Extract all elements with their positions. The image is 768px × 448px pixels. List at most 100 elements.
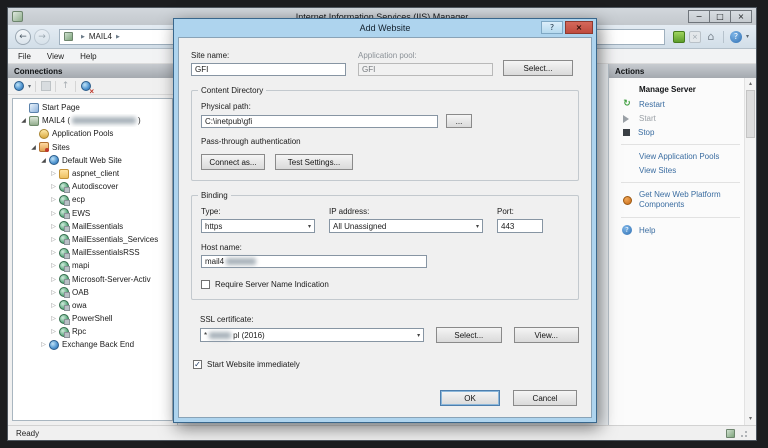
remove-connection-icon[interactable] — [80, 81, 91, 92]
tree-item-sites[interactable]: ◢ Sites — [13, 141, 172, 154]
back-button[interactable]: ← — [15, 29, 31, 45]
expander-icon[interactable]: ▷ — [49, 328, 58, 335]
webdeploy-icon[interactable] — [673, 31, 685, 43]
action-view-sites[interactable]: View Sites — [639, 166, 740, 175]
help-icon: ? — [622, 225, 632, 235]
expander-icon[interactable]: ◢ — [39, 157, 48, 164]
expander-icon[interactable]: ▷ — [39, 341, 48, 348]
require-sni-row[interactable]: Require Server Name Indication — [201, 280, 569, 289]
type-label: Type: — [201, 207, 315, 216]
tree-item-autodiscover[interactable]: ▷ Autodiscover — [13, 180, 172, 193]
expander-icon[interactable]: ▷ — [49, 183, 58, 190]
actions-group-title: Manage Server — [639, 85, 740, 94]
menu-view[interactable]: View — [47, 52, 64, 61]
scroll-up-icon[interactable]: ▴ — [745, 78, 756, 90]
actions-divider — [621, 217, 740, 218]
tree-item-ecp[interactable]: ▷ ecp — [13, 193, 172, 206]
forward-button[interactable]: → — [34, 29, 50, 45]
action-stop[interactable]: Stop — [621, 128, 740, 137]
tree-item-microsoft-server-activesync[interactable]: ▷ Microsoft-Server-Activ — [13, 272, 172, 285]
expander-icon[interactable]: ▷ — [49, 289, 58, 296]
expander-icon[interactable]: ▷ — [49, 223, 58, 230]
select-app-pool-button[interactable]: Select... — [503, 60, 573, 76]
crumb-arrow-icon[interactable]: ▶ — [116, 34, 120, 40]
help-icon[interactable]: ? — [730, 31, 742, 43]
type-dropdown[interactable]: https ▾ — [201, 219, 315, 233]
redacted-text — [72, 117, 136, 124]
host-name-input[interactable]: mail4 — [201, 255, 427, 268]
tree-item-exchange-back-end[interactable]: ▷ Exchange Back End — [13, 338, 172, 351]
browse-button[interactable]: ... — [446, 114, 472, 128]
action-restart[interactable]: ↻ Restart — [621, 99, 740, 109]
start-website-row[interactable]: ✓ Start Website immediately — [193, 360, 579, 369]
scrollbar-thumb[interactable] — [746, 90, 755, 138]
start-page-icon — [29, 103, 39, 113]
cancel-button[interactable]: Cancel — [513, 390, 577, 406]
ssl-view-button[interactable]: View... — [514, 327, 579, 343]
tree-item-aspnet-client[interactable]: ▷ aspnet_client — [13, 167, 172, 180]
ok-button[interactable]: OK — [440, 390, 500, 406]
chevron-down-icon[interactable]: ▾ — [746, 33, 749, 40]
connections-panel: Connections ▾ ↑ Start Page ◢ M — [8, 64, 178, 425]
expander-icon[interactable]: ▷ — [49, 262, 58, 269]
virtual-directory-icon — [59, 208, 69, 218]
tree-item-powershell[interactable]: ▷ PowerShell — [13, 312, 172, 325]
expander-icon[interactable]: ▷ — [49, 276, 58, 283]
dialog-help-button[interactable]: ? — [541, 21, 563, 34]
scroll-down-icon[interactable]: ▾ — [745, 413, 756, 425]
ssl-select-button[interactable]: Select... — [436, 327, 501, 343]
tree-item-oab[interactable]: ▷ OAB — [13, 286, 172, 299]
minimize-button[interactable]: − — [688, 10, 710, 23]
expander-icon[interactable]: ▷ — [49, 302, 58, 309]
port-input[interactable]: 443 — [497, 219, 543, 233]
connect-as-button[interactable]: Connect as... — [201, 154, 265, 170]
tree-item-default-web-site[interactable]: ◢ Default Web Site — [13, 154, 172, 167]
save-connections-icon[interactable] — [40, 81, 51, 92]
expander-icon[interactable]: ◢ — [19, 117, 28, 124]
expander-icon[interactable]: ▷ — [49, 249, 58, 256]
tree-item-start-page[interactable]: Start Page — [13, 101, 172, 114]
resize-grip[interactable] — [739, 429, 748, 438]
test-settings-button[interactable]: Test Settings... — [275, 154, 353, 170]
menu-file[interactable]: File — [18, 52, 31, 61]
expander-icon[interactable]: ▷ — [49, 196, 58, 203]
tree-item-mailessentialsrss[interactable]: ▷ MailEssentialsRSS — [13, 246, 172, 259]
require-sni-checkbox[interactable] — [201, 280, 210, 289]
tree-item-mapi[interactable]: ▷ mapi — [13, 259, 172, 272]
chevron-down-icon: ▾ — [476, 223, 479, 230]
expander-icon[interactable]: ▷ — [49, 236, 58, 243]
ssl-certificate-dropdown[interactable]: *pl (2016) ▾ — [200, 328, 424, 342]
connections-toolbar: ▾ ↑ — [8, 78, 177, 95]
actions-scrollbar[interactable]: ▴ ▾ — [744, 78, 756, 425]
tree-item-application-pools[interactable]: Application Pools — [13, 127, 172, 140]
tree-item-rpc[interactable]: ▷ Rpc — [13, 325, 172, 338]
tree-item-mailessentials-services[interactable]: ▷ MailEssentials_Services — [13, 233, 172, 246]
chevron-down-icon[interactable]: ▾ — [28, 83, 31, 90]
expander-icon[interactable]: ▷ — [49, 170, 58, 177]
expander-icon[interactable]: ▷ — [49, 315, 58, 322]
tree-item-owa[interactable]: ▷ owa — [13, 299, 172, 312]
action-help[interactable]: ? Help — [621, 225, 740, 235]
tree-item-server[interactable]: ◢ MAIL4 () — [13, 114, 172, 127]
action-view-application-pools[interactable]: View Application Pools — [639, 152, 740, 161]
connect-server-icon[interactable] — [13, 81, 24, 92]
maximize-button[interactable]: □ — [709, 10, 731, 23]
dialog-close-button[interactable]: × — [565, 21, 593, 34]
action-get-new-web-platform[interactable]: Get New Web Platform Components — [621, 190, 740, 210]
home-icon[interactable]: ⌂ — [705, 31, 717, 43]
tree-item-ews[interactable]: ▷ EWS — [13, 207, 172, 220]
tree-item-mailessentials[interactable]: ▷ MailEssentials — [13, 220, 172, 233]
up-level-icon[interactable]: ↑ — [60, 81, 71, 92]
breadcrumb-server[interactable]: MAIL4 — [89, 32, 112, 41]
check-icon: ✓ — [194, 361, 201, 369]
physical-path-input[interactable]: C:\inetpub\gfi — [201, 115, 438, 128]
ip-address-dropdown[interactable]: All Unassigned ▾ — [329, 219, 483, 233]
menu-help[interactable]: Help — [80, 52, 96, 61]
close-button[interactable]: × — [730, 10, 752, 23]
restart-icon: ↻ — [621, 99, 633, 109]
start-website-checkbox[interactable]: ✓ — [193, 360, 202, 369]
site-name-input[interactable]: GFI — [191, 63, 346, 76]
crumb-arrow-icon: ▶ — [81, 34, 85, 40]
expander-icon[interactable]: ◢ — [29, 144, 38, 151]
expander-icon[interactable]: ▷ — [49, 210, 58, 217]
